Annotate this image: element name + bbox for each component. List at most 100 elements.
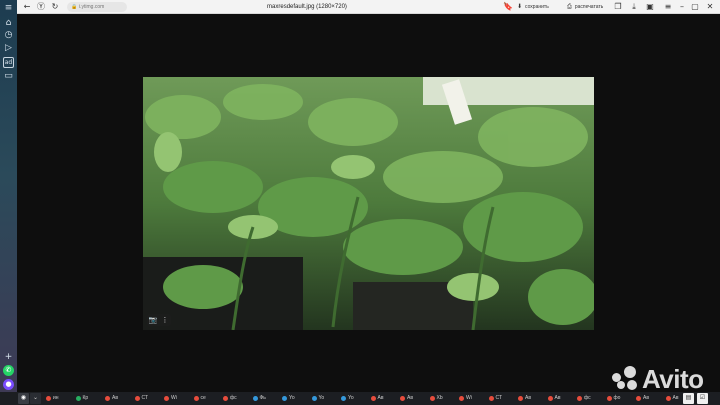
taskbar-task[interactable]: Yo: [339, 393, 361, 404]
task-label: Wi: [171, 395, 177, 401]
task-label: Ав: [377, 395, 384, 401]
taskbar-task[interactable]: Ав: [546, 393, 568, 404]
more-options-icon[interactable]: ⋮: [159, 314, 171, 326]
download-icon: ⬇: [517, 3, 523, 10]
ad-badge-icon[interactable]: ad: [3, 57, 14, 68]
checkbox-icon[interactable]: ☑: [697, 393, 708, 404]
printer-icon: ⎙: [567, 3, 572, 10]
app-icon: [665, 396, 671, 401]
photo-image: [143, 77, 594, 330]
tomato-seedlings-photo[interactable]: [143, 77, 594, 330]
app-icon: [370, 396, 376, 401]
avito-text: Avito: [642, 364, 704, 394]
history-icon[interactable]: ◷: [3, 30, 14, 41]
screen-icon[interactable]: ▭: [3, 71, 14, 82]
tabs-button[interactable]: ❐: [613, 1, 623, 13]
home-icon[interactable]: ⌂: [3, 18, 14, 29]
hamburger-icon: ≡: [664, 2, 672, 11]
app-icon: [252, 396, 258, 401]
task-label: фс: [584, 395, 591, 401]
taskbar-task[interactable]: Yo: [310, 393, 332, 404]
maximize-button[interactable]: ▢: [690, 1, 700, 13]
app-icon: [341, 396, 346, 401]
maximize-icon: ▢: [691, 2, 699, 11]
task-label: Ав: [407, 395, 413, 401]
app-icon: [636, 396, 641, 401]
save-button[interactable]: ⬇ сохранить: [517, 2, 549, 12]
app-icon: [223, 396, 228, 401]
taskbar-task[interactable]: Ав: [398, 393, 420, 404]
photo-tools: 📷 ⋮: [147, 314, 171, 326]
task-label: Xb: [436, 395, 443, 401]
app-icon: [46, 396, 51, 401]
taskbar-task[interactable]: Ав: [634, 393, 656, 404]
extensions-button[interactable]: ▣: [645, 1, 655, 13]
taskbar-task[interactable]: Ав: [103, 393, 125, 404]
taskbar-task[interactable]: Ав: [516, 393, 538, 404]
task-label: Wi: [466, 395, 472, 401]
tabs-icon: ❐: [614, 2, 622, 11]
downloads-icon: ⤓: [632, 2, 636, 11]
bookmark-button[interactable]: 🔖: [503, 1, 513, 13]
app-icon: [429, 396, 435, 401]
taskbar-task[interactable]: фо: [605, 393, 627, 404]
task-label: Ав: [643, 395, 649, 401]
minimize-icon: –: [680, 2, 684, 11]
taskbar-task[interactable]: ce: [192, 393, 214, 404]
app-icon: [105, 396, 110, 401]
app-icon: [459, 396, 464, 401]
task-label: фс: [230, 395, 237, 401]
taskbar-task[interactable]: Фь: [251, 393, 273, 404]
task-label: фо: [613, 395, 621, 401]
app-icon: [193, 396, 199, 401]
app-icon: [488, 396, 494, 401]
app-icon: [164, 396, 169, 401]
task-label: СТ: [141, 395, 149, 401]
document-icon[interactable]: ▤: [683, 393, 694, 404]
yandex-menu-icon[interactable]: ≡: [3, 3, 14, 14]
play-icon[interactable]: ▷: [3, 43, 14, 54]
task-label: Ав: [672, 395, 679, 401]
chevron-down-icon[interactable]: ⌄: [30, 393, 41, 404]
taskbar-task[interactable]: Xb: [428, 393, 450, 404]
downloads-button[interactable]: ⤓: [629, 1, 639, 13]
camera-icon[interactable]: 📷: [147, 314, 159, 326]
taskbar-task[interactable]: Wi: [162, 393, 184, 404]
task-label: ин: [53, 395, 59, 401]
taskbar-task[interactable]: Wi: [457, 393, 479, 404]
app-icon: [75, 396, 81, 401]
extensions-icon: ▣: [646, 2, 654, 11]
task-label: Yo: [348, 395, 354, 401]
task-label: Ав: [525, 395, 531, 401]
app-icon: [606, 396, 612, 401]
bookmark-icon: 🔖: [503, 2, 513, 11]
taskbar-task[interactable]: Ав: [369, 393, 391, 404]
close-icon: ✕: [706, 2, 714, 11]
taskbar-task[interactable]: СТ: [133, 393, 155, 404]
taskbar-task[interactable]: фс: [575, 393, 597, 404]
alice-assistant-icon[interactable]: ●: [3, 379, 14, 390]
close-button[interactable]: ✕: [705, 1, 715, 13]
task-label: Ав: [112, 395, 118, 401]
minimize-button[interactable]: –: [677, 1, 687, 13]
print-button[interactable]: ⎙ распечатать: [567, 2, 603, 12]
app-icon: [518, 396, 523, 401]
app-icon: [134, 396, 140, 401]
taskbar-task[interactable]: Yo: [280, 393, 302, 404]
taskbar-task[interactable]: фс: [221, 393, 243, 404]
taskbar-task[interactable]: Кр: [74, 393, 96, 404]
task-label: ce: [200, 395, 206, 401]
task-label: Yo: [318, 395, 325, 401]
app-icon: [547, 396, 553, 401]
avito-logo-icon: [612, 366, 638, 392]
add-icon[interactable]: +: [3, 352, 14, 363]
menu-button[interactable]: ≡: [663, 1, 673, 13]
browser-toolbar: ← Ⓨ ↻ 🔒 i.ytimg.com maxresdefault.jpg (1…: [17, 0, 720, 14]
task-label: Yo: [289, 395, 295, 401]
camera-app-icon[interactable]: ◉: [18, 393, 29, 404]
task-label: Фь: [259, 395, 266, 401]
taskbar-task[interactable]: ин: [44, 393, 66, 404]
app-icon: [577, 396, 582, 401]
whatsapp-icon[interactable]: ✆: [3, 365, 14, 376]
taskbar-task[interactable]: СТ: [487, 393, 509, 404]
